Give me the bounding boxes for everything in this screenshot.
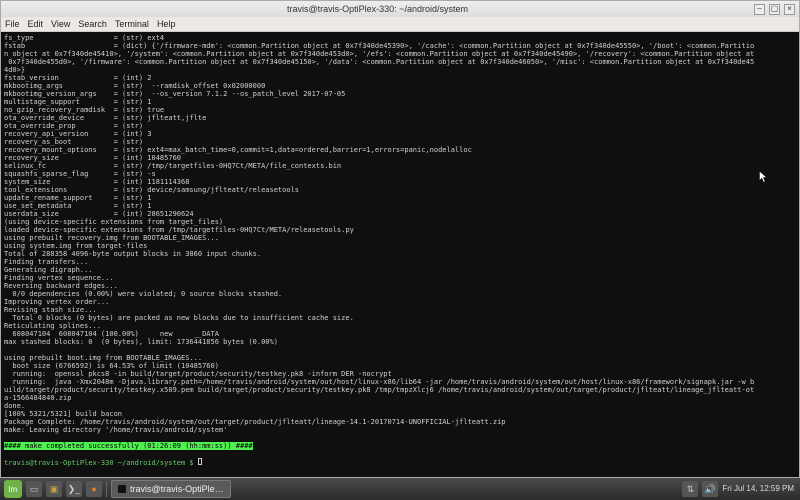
terminal-output[interactable]: fs_type = (str) ext4 fstab = (dict) {'/f… (1, 32, 799, 477)
shell-prompt: travis@travis-OptiPlex-330 ~/android/sys… (4, 459, 198, 467)
menu-help[interactable]: Help (157, 19, 176, 29)
term-line: done. (4, 402, 25, 410)
term-line: Total 0 blocks (0 bytes) are packed as n… (4, 314, 354, 322)
window-maximize-button[interactable]: ▢ (769, 4, 780, 15)
term-line: using prebuilt recovery.img from BOOTABL… (4, 234, 219, 242)
term-line: Reversing backward edges... (4, 282, 118, 290)
show-desktop-button[interactable]: ▭ (26, 481, 42, 497)
window-title: travis@travis-OptiPlex-330: ~/android/sy… (5, 4, 750, 14)
taskbar-separator (106, 481, 107, 497)
taskbar-app-terminal[interactable]: travis@travis-OptiPle… (111, 480, 231, 498)
term-line: 4d0>} (4, 66, 25, 74)
taskbar: lm ▭ ▣ ❯_ ● travis@travis-OptiPle… ⇅ 🔊 F… (0, 478, 800, 500)
term-line: recovery_api_version = (int) 3 (4, 130, 152, 138)
menu-edit[interactable]: Edit (28, 19, 44, 29)
terminal-cursor[interactable] (198, 458, 202, 465)
term-line: loaded device-specific extensions from /… (4, 226, 354, 234)
clock-text: Fri Jul 14, 12:59 PM (722, 484, 794, 494)
term-line: userdata_size = (int) 28651290624 (4, 210, 194, 218)
term-line: fstab = (dict) {'/firmware-mdm': <common… (4, 42, 754, 50)
tray-network-icon[interactable]: ⇅ (682, 481, 698, 497)
term-line: selinux_fc = (str) /tmp/targetfiles-0HQ7… (4, 162, 341, 170)
term-line: fs_type = (str) ext4 (4, 34, 164, 42)
window-minimize-button[interactable]: – (754, 4, 765, 15)
svg-text:lm: lm (9, 485, 18, 494)
menubar: File Edit View Search Terminal Help (1, 17, 799, 32)
term-line: Total of 288358 4096-byte output blocks … (4, 250, 261, 258)
term-line: mkbootimg_args = (str) --ramdisk_offset … (4, 82, 265, 90)
window-close-button[interactable]: × (784, 4, 795, 15)
term-line: 608047104 608047104 (100.00%) new __DATA (4, 330, 219, 338)
file-manager-launcher[interactable]: ▣ (46, 481, 62, 497)
term-line: make: Leaving directory '/home/travis/an… (4, 426, 227, 434)
term-line: uild/target/product/security/testkey.x50… (4, 386, 754, 394)
term-line: Reticulating splines... (4, 322, 101, 330)
menu-file[interactable]: File (5, 19, 20, 29)
menu-terminal[interactable]: Terminal (115, 19, 149, 29)
term-line: Finding transfers... (4, 258, 88, 266)
term-line: a-1566484840.zip (4, 394, 71, 402)
term-line: update_rename_support = (str) 1 (4, 194, 152, 202)
term-line: squashfs_sparse_flag = (str) -s (4, 170, 156, 178)
menu-view[interactable]: View (51, 19, 70, 29)
term-line: Revising stash size... (4, 306, 97, 314)
term-line: ota_override_prop = (str) (4, 122, 143, 130)
term-line: tool_extensions = (str) device/samsung/j… (4, 186, 299, 194)
term-line: using system.img from target-files (4, 242, 147, 250)
term-line: use_set_metadata = (str) 1 (4, 202, 152, 210)
term-line: multistage_support = (str) 1 (4, 98, 152, 106)
firefox-launcher[interactable]: ● (86, 481, 102, 497)
term-line: Improving vertex order... (4, 298, 109, 306)
term-line: max stashed blocks: 0 (0 bytes), limit: … (4, 338, 278, 346)
term-line: 0x7f340de455d0>, '/firmware': <common.Pa… (4, 58, 754, 66)
menu-search[interactable]: Search (78, 19, 107, 29)
folder-icon: ▣ (50, 484, 59, 495)
term-line: 0/0 dependencies (0.00%) were violated; … (4, 290, 282, 298)
term-line: running: java -Xmx2048m -Djava.library.p… (4, 378, 754, 386)
build-success-line: #### make completed successfully (01:26:… (4, 442, 253, 450)
terminal-launcher[interactable]: ❯_ (66, 481, 82, 497)
desktop-icon: ▭ (30, 484, 39, 495)
speaker-icon: 🔊 (705, 484, 716, 495)
firefox-icon: ● (91, 484, 96, 494)
term-line: recovery_mount_options = (str) ext4=max_… (4, 146, 472, 154)
terminal-icon (118, 485, 126, 493)
term-line: boot size (6766592) is 64.53% of limit (… (4, 362, 219, 370)
term-line: Package Complete: /home/travis/android/s… (4, 418, 506, 426)
term-line: no_gzip_recovery_ramdisk = (str) true (4, 106, 164, 114)
term-line: system_size = (int) 1181114368 (4, 178, 189, 186)
window-titlebar[interactable]: travis@travis-OptiPlex-330: ~/android/sy… (1, 1, 799, 17)
term-line: (using device-specific extensions from t… (4, 218, 223, 226)
terminal-icon: ❯_ (68, 484, 81, 495)
term-line: recovery_size = (int) 10485760 (4, 154, 181, 162)
start-menu-button[interactable]: lm (4, 480, 22, 498)
term-line: mkbootimg_version_args = (str) --os_vers… (4, 90, 345, 98)
taskbar-app-label: travis@travis-OptiPle… (130, 484, 224, 494)
term-line: running: openssl pkcs8 -in build/target/… (4, 370, 392, 378)
term-line: fstab_version = (int) 2 (4, 74, 152, 82)
taskbar-clock[interactable]: Fri Jul 14, 12:59 PM (722, 484, 796, 494)
mint-logo-icon: lm (7, 483, 19, 495)
term-line: recovery_as_boot = (str) (4, 138, 143, 146)
term-line: Generating digraph... (4, 266, 93, 274)
term-line: Finding vertex sequence... (4, 274, 114, 282)
term-line: ota_override_device = (str) jflteatt,jfl… (4, 114, 206, 122)
tray-volume-icon[interactable]: 🔊 (702, 481, 718, 497)
term-line: n object at 0x7f340de45410>, '/system': … (4, 50, 754, 58)
network-icon: ⇅ (687, 484, 695, 495)
term-line: using prebuilt boot.img from BOOTABLE_IM… (4, 354, 202, 362)
terminal-window: travis@travis-OptiPlex-330: ~/android/sy… (0, 0, 800, 478)
term-line: [100% 5321/5321] build bacon (4, 410, 122, 418)
